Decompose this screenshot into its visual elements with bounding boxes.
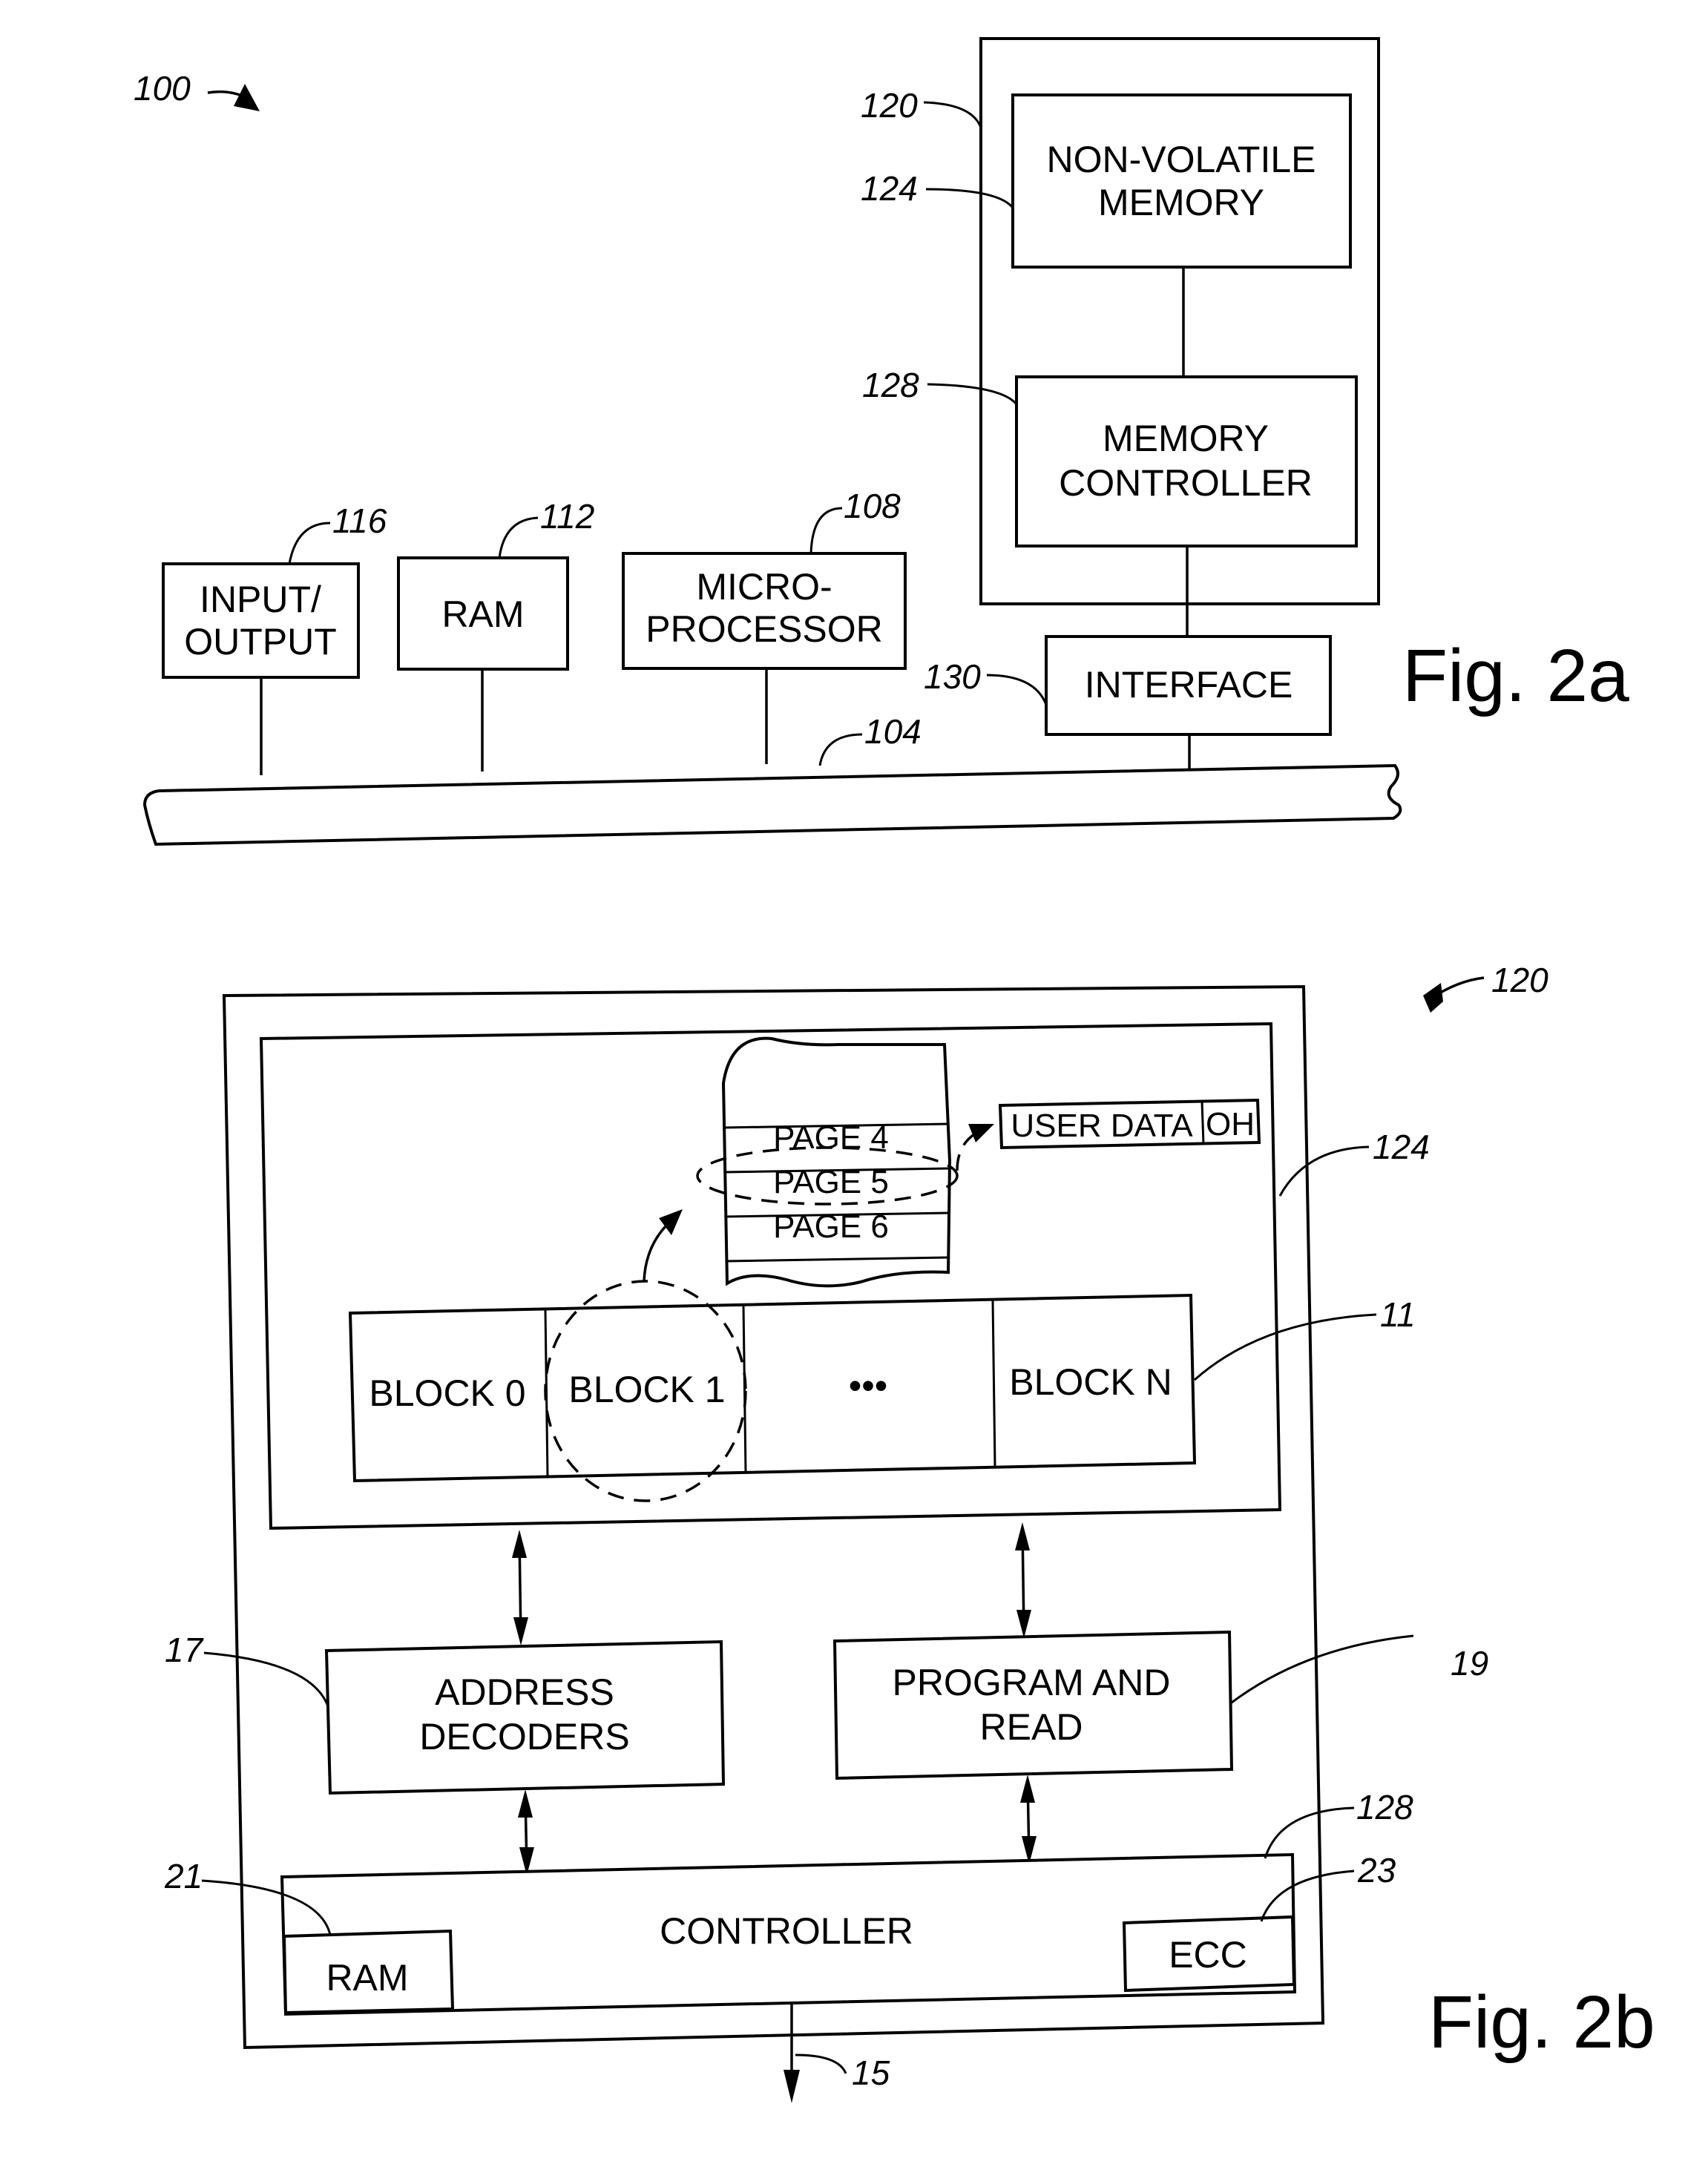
ref-120-2b: 120 bbox=[1491, 961, 1548, 999]
cpu-label-2: PROCESSOR bbox=[646, 608, 883, 650]
figure-2a: 100 120 NON-VOLATILE MEMORY 124 MEMORY C… bbox=[134, 37, 1629, 846]
address-decoders-label-2: DECODERS bbox=[419, 1716, 629, 1757]
memory-controller-block: MEMORY CONTROLLER bbox=[1015, 375, 1358, 547]
leader-104 bbox=[818, 733, 863, 766]
controller-label: CONTROLLER bbox=[660, 1910, 913, 1952]
block-n-label: BLOCK N bbox=[1009, 1361, 1172, 1403]
ref-17: 17 bbox=[165, 1631, 204, 1669]
ref-128-2b: 128 bbox=[1356, 1788, 1413, 1826]
ref-108: 108 bbox=[844, 487, 901, 525]
system-bus bbox=[142, 763, 1402, 846]
ram-label: RAM bbox=[441, 593, 524, 635]
ref-23: 23 bbox=[1357, 1851, 1396, 1890]
ref-128: 128 bbox=[862, 366, 919, 404]
microprocessor-block: MICRO- PROCESSOR bbox=[622, 552, 907, 670]
block-1-label: BLOCK 1 bbox=[568, 1369, 725, 1410]
ref-130: 130 bbox=[924, 657, 981, 696]
controller-ram-block: RAM bbox=[282, 1929, 455, 2015]
io-label-1: INPUT/ bbox=[200, 579, 321, 620]
ref-124: 124 bbox=[861, 169, 918, 208]
ref-116: 116 bbox=[332, 501, 387, 540]
ref-112: 112 bbox=[540, 497, 594, 536]
address-decoders-label-1: ADDRESS bbox=[435, 1671, 614, 1713]
ref-19: 19 bbox=[1451, 1644, 1488, 1683]
ref-104: 104 bbox=[864, 712, 922, 751]
leader-108 bbox=[809, 507, 843, 554]
address-decoders-block: ADDRESS DECODERS bbox=[324, 1640, 726, 1795]
program-read-label-2: READ bbox=[980, 1706, 1083, 1748]
page-5-label: PAGE 5 bbox=[773, 1164, 889, 1200]
nvm-label-2: MEMORY bbox=[1098, 182, 1264, 223]
patent-drawing-sheet: 100 120 NON-VOLATILE MEMORY 124 MEMORY C… bbox=[134, 37, 1655, 2103]
figure-2a-caption: Fig. 2a bbox=[1402, 634, 1629, 717]
leader-112 bbox=[498, 516, 539, 559]
ecc-label: ECC bbox=[1169, 1934, 1247, 1976]
ref-100: 100 bbox=[134, 69, 191, 108]
non-volatile-memory-block: NON-VOLATILE MEMORY bbox=[1011, 93, 1352, 269]
ref-21: 21 bbox=[164, 1857, 203, 1895]
figure-2b: 120 124 PAGE 4 PAGE 5 PAGE 6 USER DATA O… bbox=[164, 961, 1655, 2103]
page-6-label: PAGE 6 bbox=[773, 1208, 889, 1245]
program-and-read-block: PROGRAM AND READ bbox=[832, 1630, 1234, 1780]
interface-label: INTERFACE bbox=[1085, 664, 1293, 706]
ram-block: RAM bbox=[397, 556, 569, 671]
page-format-box: USER DATA OH bbox=[998, 1098, 1261, 1150]
ellipsis-label: ••• bbox=[849, 1365, 888, 1407]
cpu-label-1: MICRO- bbox=[696, 566, 832, 608]
user-data-label: USER DATA bbox=[1011, 1108, 1193, 1144]
block-0-label: BLOCK 0 bbox=[369, 1372, 525, 1414]
input-output-block: INPUT/ OUTPUT bbox=[162, 562, 360, 679]
io-label-2: OUTPUT bbox=[184, 621, 337, 662]
page-stack: PAGE 4 PAGE 5 PAGE 6 bbox=[721, 1036, 952, 1288]
program-read-label-1: PROGRAM AND bbox=[892, 1662, 1170, 1703]
memctl-label-2: CONTROLLER bbox=[1059, 462, 1313, 504]
leader-130 bbox=[986, 674, 1048, 706]
leader-116 bbox=[288, 522, 331, 565]
memctl-label-1: MEMORY bbox=[1103, 418, 1269, 459]
ref-124-2b: 124 bbox=[1373, 1128, 1430, 1166]
ecc-block: ECC bbox=[1122, 1915, 1296, 1993]
ref-120: 120 bbox=[861, 86, 918, 125]
leader-15 bbox=[795, 2053, 847, 2074]
arrow-120-icon bbox=[1423, 976, 1485, 1013]
ref-11: 11 bbox=[1380, 1295, 1416, 1334]
interface-block: INTERFACE bbox=[1045, 635, 1332, 736]
nvm-label-1: NON-VOLATILE bbox=[1046, 139, 1316, 180]
overhead-label: OH bbox=[1206, 1106, 1255, 1142]
memory-blocks-row: BLOCK 0 BLOCK 1 ••• BLOCK N bbox=[348, 1293, 1197, 1483]
arrow-100-icon bbox=[207, 84, 260, 111]
controller-ram-label: RAM bbox=[326, 1957, 408, 1999]
ref-15: 15 bbox=[852, 2053, 890, 2092]
leader-120 bbox=[923, 101, 982, 128]
figure-2b-caption: Fig. 2b bbox=[1428, 1981, 1655, 2064]
